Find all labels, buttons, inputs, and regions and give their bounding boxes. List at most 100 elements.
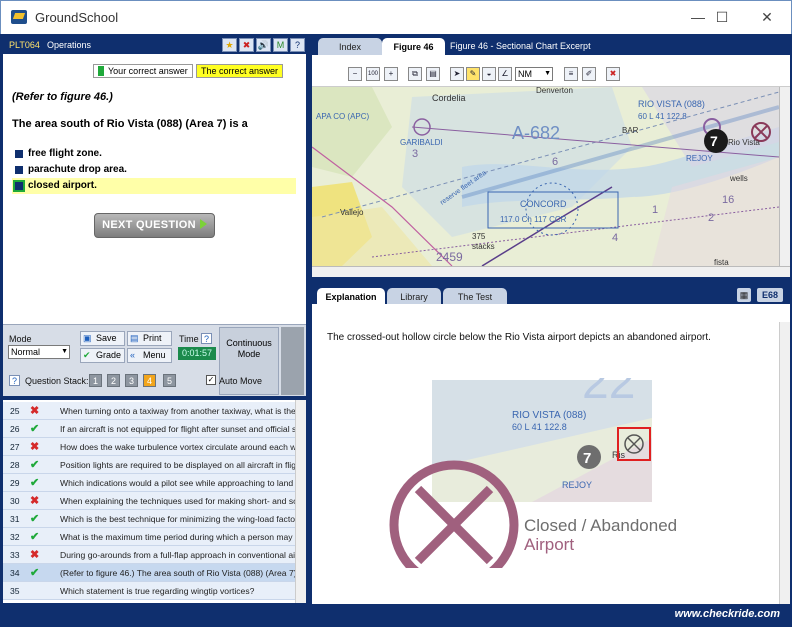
row-text: When turning onto a taxiway from another…: [60, 406, 295, 416]
time-help-icon[interactable]: ?: [201, 333, 212, 344]
flag-x-icon[interactable]: ✖: [239, 38, 254, 52]
mode-select[interactable]: Normal: [8, 345, 70, 359]
save-button[interactable]: ▣ Save: [80, 331, 125, 346]
question-list-scrollbar[interactable]: [295, 400, 306, 603]
tab-figure-46[interactable]: Figure 46: [382, 38, 445, 56]
grade-button[interactable]: ✔ Grade: [80, 348, 125, 363]
tab-index[interactable]: Index: [318, 38, 382, 56]
zoom-100-icon[interactable]: 100: [366, 67, 380, 81]
map-label-rio-vista-town: Rio Vista: [728, 138, 760, 147]
explanation-scrollbar[interactable]: [779, 322, 790, 604]
row-number: 30: [10, 496, 20, 506]
zoom-in-icon[interactable]: +: [384, 67, 398, 81]
lines-icon[interactable]: ≡: [564, 67, 578, 81]
row-number: 27: [10, 442, 20, 452]
question-list-row[interactable]: 31 ✔ Which is the best technique for minim…: [3, 510, 295, 528]
stack-item-2[interactable]: 2: [107, 374, 120, 387]
stack-item-3[interactable]: 3: [125, 374, 138, 387]
eraser-icon[interactable]: ✖: [606, 67, 620, 81]
plotter-icon[interactable]: ∠: [498, 67, 512, 81]
map-label-rejoy: REJOY: [686, 154, 713, 163]
pointer-icon[interactable]: ➤: [450, 67, 464, 81]
question-list-row[interactable]: 28 ✔ Position lights are required to be di…: [3, 456, 295, 474]
sectional-chart-svg: Cordelia Denverton RIO VISTA (088) 60 L …: [312, 87, 780, 267]
answer-option-c[interactable]: closed airport.: [12, 178, 296, 194]
copy-icon[interactable]: ⧉: [408, 67, 422, 81]
memo-icon[interactable]: M: [273, 38, 288, 52]
legend-your-correct: Your correct answer: [93, 64, 193, 78]
arrow-right-icon: [199, 219, 207, 229]
brand-link[interactable]: www.checkride.com: [675, 608, 780, 620]
auto-move-checkbox[interactable]: ✓: [206, 375, 216, 385]
answer-option-b[interactable]: parachute drop area.: [12, 162, 296, 178]
check-icon: ✔: [30, 567, 40, 579]
stack-item-1[interactable]: 1: [89, 374, 102, 387]
window-title: GroundSchool: [35, 10, 119, 25]
question-list-row[interactable]: 27 ✖ How does the wake turbulence vortex c…: [3, 438, 295, 456]
answer-option-a[interactable]: free flight zone.: [12, 146, 296, 162]
stack-item-5[interactable]: 5: [163, 374, 176, 387]
map-label-fista: fista: [714, 258, 729, 266]
row-number: 31: [10, 514, 20, 524]
auto-move-label: Auto Move: [219, 376, 263, 386]
symbol-caption-line1: Closed / Abandoned: [524, 516, 678, 535]
map-label-3: 3: [412, 148, 418, 160]
row-number: 34: [10, 568, 20, 578]
row-number: 35: [10, 586, 20, 596]
printer-icon[interactable]: ▤: [426, 67, 440, 81]
row-number: 32: [10, 532, 20, 542]
map-vertical-scrollbar[interactable]: [779, 87, 790, 266]
question-list-row[interactable]: 34 ✔ (Refer to figure 46.) The area south …: [3, 564, 295, 582]
stack-item-4[interactable]: 4: [143, 374, 156, 387]
reference-code[interactable]: E68: [757, 288, 783, 302]
question-category: Operations: [47, 40, 92, 50]
question-list-row[interactable]: 35 Which statement is true regarding wing…: [3, 582, 295, 600]
map-label-2: 2: [708, 212, 714, 224]
maximize-button[interactable]: ☐: [708, 7, 736, 27]
floppy-icon: ▣: [83, 333, 92, 343]
row-text: Which indications would a pilot see whil…: [60, 478, 295, 488]
row-text: Position lights are required to be displ…: [60, 460, 295, 470]
row-text: Which statement is true regarding wingti…: [60, 586, 255, 596]
row-number: 29: [10, 478, 20, 488]
speaker-icon[interactable]: 🔊: [256, 38, 271, 52]
question-list-row[interactable]: 26 ✔ If an aircraft is not equipped for fl…: [3, 420, 295, 438]
zoom-out-icon[interactable]: −: [348, 67, 362, 81]
row-text: Which is the best technique for minimizi…: [60, 514, 295, 524]
highlighter-icon[interactable]: ✎: [466, 67, 480, 81]
close-button[interactable]: ✕: [753, 7, 781, 27]
map-horizontal-scrollbar[interactable]: [312, 266, 790, 277]
next-question-button[interactable]: NEXT QUESTION: [94, 213, 215, 238]
question-list-row[interactable]: 32 ✔ What is the maximum time period durin…: [3, 528, 295, 546]
protractor-icon[interactable]: ◒: [482, 67, 496, 81]
question-panel: Your correct answer The correct answer (…: [3, 54, 306, 324]
map-label-375: 375: [472, 232, 486, 241]
help-icon[interactable]: ?: [290, 38, 305, 52]
question-stack-label: Question Stack:: [25, 376, 89, 386]
stack-help-icon[interactable]: ?: [9, 375, 20, 386]
back-arrows-icon: «: [130, 350, 136, 360]
row-text: When explaining the techniques used for …: [60, 496, 295, 506]
controls-spacer: [281, 327, 304, 395]
explanation-text: The crossed-out hollow circle below the …: [327, 332, 711, 343]
check-icon: ✔: [30, 513, 40, 525]
menu-button[interactable]: « Menu: [127, 348, 172, 363]
star-icon[interactable]: ★: [222, 38, 237, 52]
sectional-chart[interactable]: Cordelia Denverton RIO VISTA (088) 60 L …: [312, 87, 790, 277]
question-list-row[interactable]: 29 ✔ Which indications would a pilot see w…: [3, 474, 295, 492]
printer-icon: ▤: [130, 333, 139, 343]
question-stem: The area south of Rio Vista (088) (Area …: [12, 118, 248, 130]
inset-label-area-num: 7: [583, 450, 591, 467]
question-list-row[interactable]: 25 ✖ When turning onto a taxiway from anot…: [3, 402, 295, 420]
explanation-panel: The crossed-out hollow circle below the …: [312, 304, 790, 604]
question-list-row[interactable]: 33 ✖ During go-arounds from a full-flap ap…: [3, 546, 295, 564]
calculator-icon[interactable]: ▦: [737, 288, 751, 302]
question-list-row[interactable]: 30 ✖ When explaining the techniques used f…: [3, 492, 295, 510]
map-label-apa-co: APA CO (APC): [316, 112, 370, 121]
print-button[interactable]: ▤ Print: [127, 331, 172, 346]
pen-icon[interactable]: ✐: [582, 67, 596, 81]
unit-select[interactable]: NM: [515, 67, 553, 81]
map-label-cordelia: Cordelia: [432, 93, 466, 103]
map-label-rio-vista-freq: 60 L 41 122.8: [638, 112, 687, 121]
question-refer: (Refer to figure 46.): [12, 91, 113, 103]
